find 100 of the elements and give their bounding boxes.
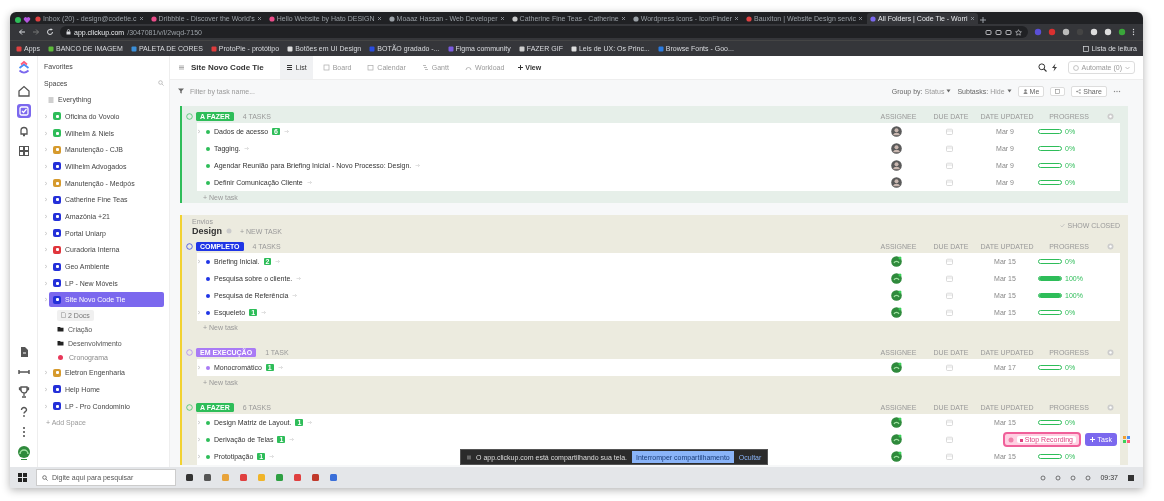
caret-icon[interactable] <box>44 180 48 186</box>
caret-icon[interactable] <box>44 197 48 203</box>
avatar-icon[interactable] <box>891 362 902 373</box>
close-icon[interactable] <box>620 16 626 21</box>
status-dot[interactable] <box>206 420 210 425</box>
cast-icon[interactable] <box>995 28 1002 36</box>
calendar-icon[interactable] <box>945 179 953 186</box>
windows-icon[interactable] <box>18 473 27 482</box>
caret-icon[interactable] <box>197 310 201 315</box>
calendar-icon[interactable] <box>945 258 953 265</box>
close-icon[interactable] <box>256 16 262 21</box>
reload-icon[interactable] <box>46 28 54 36</box>
calendar-icon[interactable] <box>945 436 953 443</box>
caret-icon[interactable] <box>44 163 48 169</box>
close-icon[interactable] <box>138 16 144 21</box>
settings-icon[interactable] <box>1106 112 1114 120</box>
calendar-icon[interactable] <box>945 275 953 282</box>
close-icon[interactable] <box>969 16 975 21</box>
network-icon[interactable] <box>1055 474 1062 481</box>
caret-icon[interactable] <box>44 280 48 286</box>
star-icon[interactable] <box>1015 28 1022 36</box>
calendar-icon[interactable] <box>945 292 953 299</box>
status-dot[interactable] <box>206 437 210 442</box>
caret-icon[interactable] <box>44 370 48 376</box>
status-dot[interactable] <box>206 180 210 185</box>
camera-icon[interactable] <box>985 28 992 36</box>
new-tab-icon[interactable] <box>978 16 987 24</box>
caret-icon[interactable] <box>44 214 48 220</box>
bolt-icon[interactable] <box>1050 63 1058 72</box>
caret-icon[interactable] <box>44 386 48 392</box>
search-icon[interactable] <box>1037 63 1047 72</box>
avatar-icon[interactable] <box>891 177 902 188</box>
status-circle-icon[interactable] <box>186 348 193 356</box>
caret-icon[interactable] <box>197 365 201 370</box>
avatar-icon[interactable] <box>891 256 902 267</box>
settings-icon[interactable] <box>1106 348 1114 356</box>
more-icon[interactable] <box>1113 89 1121 93</box>
grid-icon[interactable] <box>16 144 31 158</box>
avatar-icon[interactable] <box>891 307 902 318</box>
status-circle-icon[interactable] <box>186 242 193 250</box>
status-dot[interactable] <box>206 365 210 370</box>
avatar-icon[interactable] <box>891 434 902 445</box>
status-dot[interactable] <box>206 293 210 298</box>
caret-icon[interactable] <box>197 259 201 264</box>
status-circle-icon[interactable] <box>186 112 193 120</box>
battery-icon[interactable] <box>1085 474 1092 481</box>
caret-icon[interactable] <box>44 247 48 253</box>
forward-icon[interactable] <box>32 28 40 36</box>
caret-icon[interactable] <box>197 420 201 425</box>
close-icon[interactable] <box>499 16 505 21</box>
layout-button[interactable] <box>1050 86 1066 96</box>
caret-icon[interactable] <box>197 437 201 442</box>
caret-icon[interactable] <box>44 230 48 236</box>
status-circle-icon[interactable] <box>186 403 193 411</box>
apps-icon[interactable] <box>1122 435 1131 444</box>
status-dot[interactable] <box>206 454 210 459</box>
list-title: Design <box>192 226 222 236</box>
avatar-icon[interactable] <box>891 451 902 462</box>
notification-icon[interactable] <box>1127 473 1135 482</box>
avatar-icon[interactable] <box>891 273 902 284</box>
calendar-icon[interactable] <box>945 419 953 426</box>
checkbox-icon[interactable] <box>16 104 31 118</box>
status-dot[interactable] <box>206 163 210 168</box>
calendar-icon[interactable] <box>945 453 953 460</box>
avatar-icon[interactable] <box>16 445 31 461</box>
avatar-icon[interactable] <box>891 417 902 428</box>
avatar-icon[interactable] <box>891 160 902 171</box>
caret-icon[interactable] <box>197 454 201 459</box>
menu-icon[interactable] <box>1132 28 1135 36</box>
status-dot[interactable] <box>206 259 210 264</box>
close-icon[interactable] <box>734 16 739 21</box>
avatar-icon[interactable] <box>891 126 902 137</box>
avatar-icon[interactable] <box>891 143 902 154</box>
status-dot[interactable] <box>206 310 210 315</box>
status-dot[interactable] <box>206 129 210 134</box>
calendar-icon[interactable] <box>945 145 953 152</box>
settings-icon[interactable] <box>1106 242 1114 250</box>
calendar-icon[interactable] <box>945 309 953 316</box>
filter-icon[interactable] <box>178 88 184 94</box>
calendar-icon[interactable] <box>945 364 953 371</box>
avatar-icon[interactable] <box>891 290 902 301</box>
status-dot[interactable] <box>206 146 210 151</box>
caret-icon[interactable] <box>44 147 48 153</box>
install-icon[interactable] <box>1005 28 1012 36</box>
calendar-icon[interactable] <box>945 162 953 169</box>
volume-icon[interactable] <box>1070 474 1077 481</box>
logo-icon[interactable] <box>16 60 31 74</box>
caret-icon[interactable] <box>44 130 48 136</box>
settings-icon[interactable] <box>1106 403 1114 411</box>
back-icon[interactable] <box>18 28 26 36</box>
caret-icon[interactable] <box>44 113 48 119</box>
caret-icon[interactable] <box>44 264 48 270</box>
caret-icon[interactable] <box>44 297 48 303</box>
home-icon[interactable] <box>16 84 31 98</box>
close-icon[interactable] <box>376 16 382 21</box>
status-dot[interactable] <box>206 276 210 281</box>
calendar-icon[interactable] <box>945 128 953 135</box>
caret-icon[interactable] <box>44 403 48 409</box>
trophy-icon[interactable] <box>16 385 31 399</box>
close-icon[interactable] <box>858 16 864 21</box>
